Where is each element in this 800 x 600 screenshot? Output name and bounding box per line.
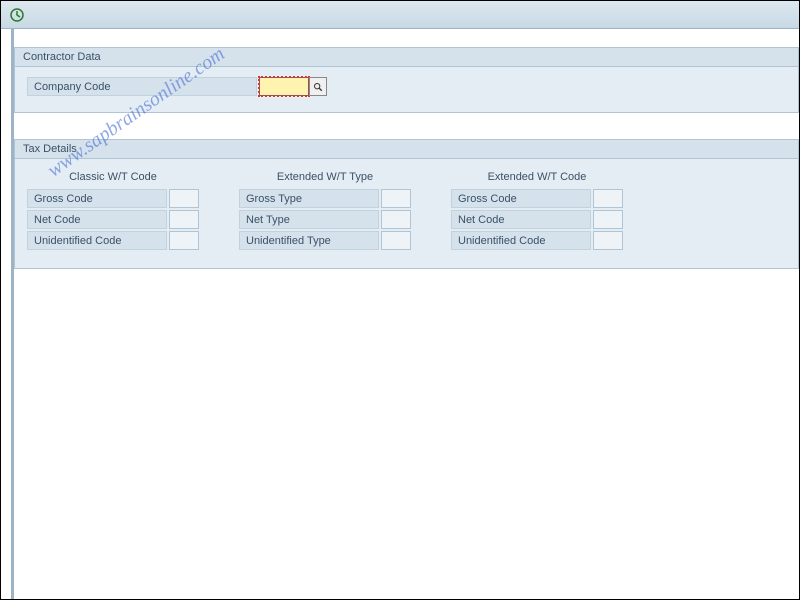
execute-icon[interactable] [9, 7, 25, 23]
gross-type-input[interactable] [381, 189, 411, 208]
search-icon [313, 82, 323, 92]
unidentified-type-label: Unidentified Type [239, 231, 379, 250]
net-code-input[interactable] [169, 210, 199, 229]
company-code-search-button[interactable] [309, 77, 327, 96]
tax-panel-title: Tax Details [15, 140, 798, 159]
ext-unidentified-code-label: Unidentified Code [451, 231, 591, 250]
table-row: Unidentified Code [27, 231, 199, 250]
company-code-label: Company Code [27, 77, 257, 96]
ext-net-code-input[interactable] [593, 210, 623, 229]
unidentified-type-input[interactable] [381, 231, 411, 250]
unidentified-code-input[interactable] [169, 231, 199, 250]
net-type-label: Net Type [239, 210, 379, 229]
table-row: Unidentified Type [239, 231, 411, 250]
table-row: Net Code [451, 210, 623, 229]
unidentified-code-label: Unidentified Code [27, 231, 167, 250]
extended-wt-code-column: Extended W/T Code Gross Code Net Code Un… [451, 169, 623, 252]
table-row: Gross Type [239, 189, 411, 208]
table-row: Net Code [27, 210, 199, 229]
classic-wt-code-column: Classic W/T Code Gross Code Net Code Uni… [27, 169, 199, 252]
table-row: Net Type [239, 210, 411, 229]
extended-wt-code-header: Extended W/T Code [451, 169, 623, 189]
ext-unidentified-code-input[interactable] [593, 231, 623, 250]
app-toolbar [1, 1, 799, 29]
tax-details-panel: Tax Details Classic W/T Code Gross Code … [14, 139, 799, 269]
gross-code-input[interactable] [169, 189, 199, 208]
contractor-data-panel: Contractor Data Company Code [14, 47, 799, 113]
extended-wt-type-header: Extended W/T Type [239, 169, 411, 189]
extended-wt-type-column: Extended W/T Type Gross Type Net Type Un… [239, 169, 411, 252]
main-content: Contractor Data Company Code Tax Details… [11, 29, 799, 599]
contractor-panel-title: Contractor Data [15, 48, 798, 67]
ext-gross-code-input[interactable] [593, 189, 623, 208]
table-row: Gross Code [451, 189, 623, 208]
gross-code-label: Gross Code [27, 189, 167, 208]
ext-net-code-label: Net Code [451, 210, 591, 229]
net-type-input[interactable] [381, 210, 411, 229]
gross-type-label: Gross Type [239, 189, 379, 208]
company-code-row: Company Code [27, 77, 786, 96]
net-code-label: Net Code [27, 210, 167, 229]
table-row: Gross Code [27, 189, 199, 208]
table-row: Unidentified Code [451, 231, 623, 250]
company-code-input[interactable] [259, 77, 309, 96]
classic-wt-code-header: Classic W/T Code [27, 169, 199, 189]
ext-gross-code-label: Gross Code [451, 189, 591, 208]
